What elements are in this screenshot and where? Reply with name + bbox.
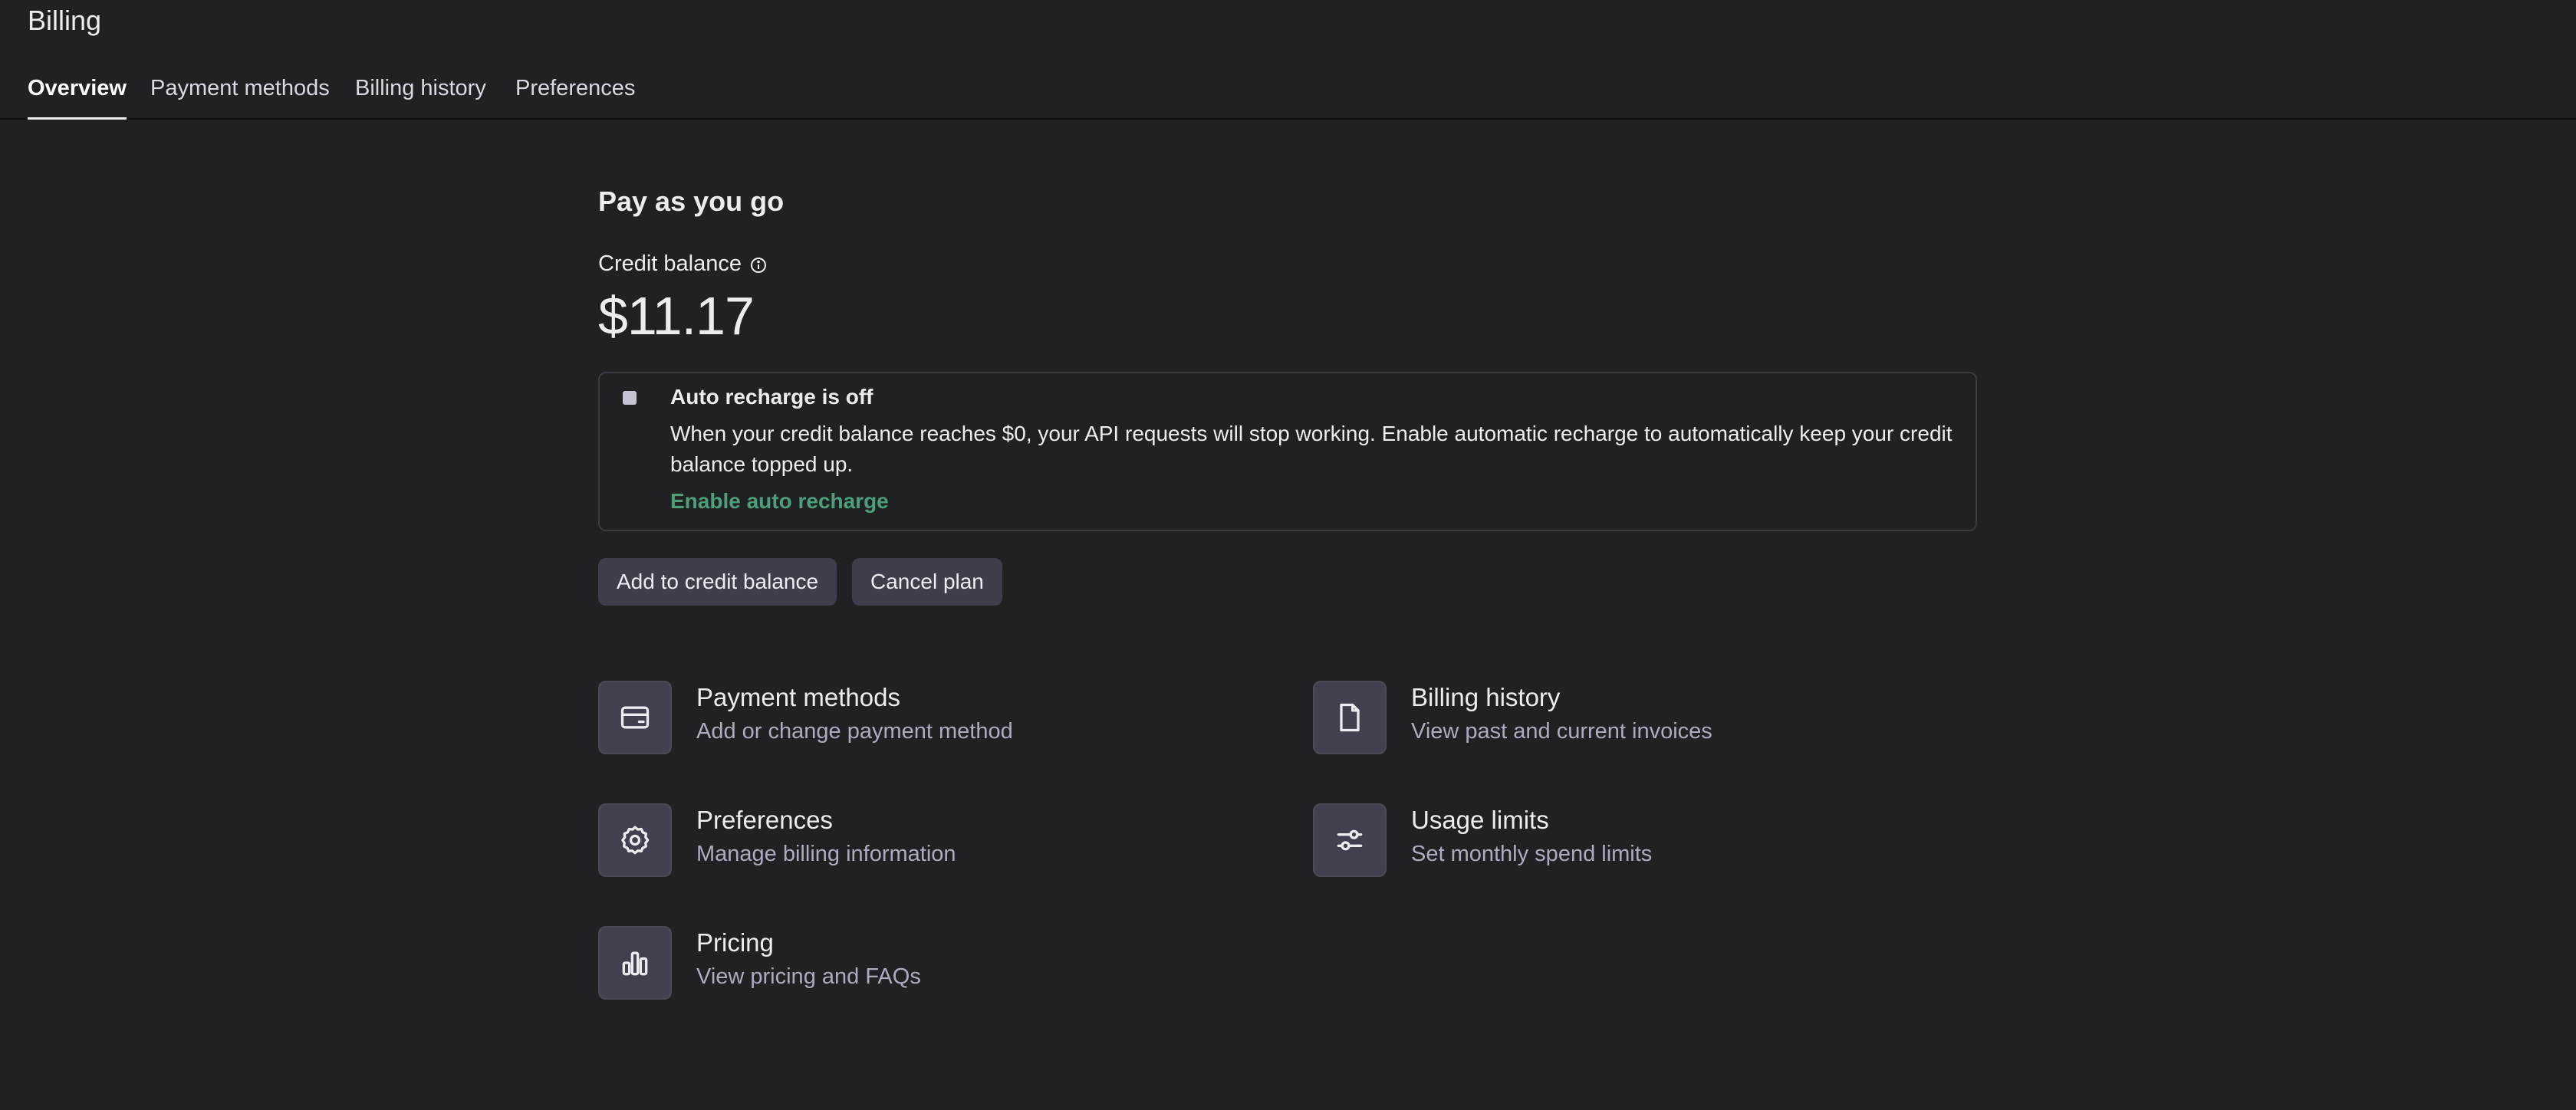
- tab-bar: Overview Payment methods Billing history…: [0, 71, 2576, 120]
- tab-billing-history[interactable]: Billing history: [355, 71, 486, 118]
- auto-recharge-status-icon: [623, 391, 637, 405]
- card-title: Preferences: [696, 806, 833, 834]
- card-subtitle: Manage billing information: [696, 842, 956, 866]
- page-title: Billing: [28, 5, 102, 36]
- auto-recharge-description: When your credit balance reaches $0, you…: [670, 422, 1953, 476]
- plan-title: Pay as you go: [598, 186, 785, 217]
- document-icon: [1313, 681, 1387, 754]
- add-to-credit-balance-button[interactable]: Add to credit balance: [598, 558, 837, 606]
- card-title: Pricing: [696, 928, 774, 957]
- billing-page: Billing Overview Payment methods Billing…: [0, 0, 2576, 1110]
- card-title: Billing history: [1411, 683, 1561, 711]
- enable-auto-recharge-link[interactable]: Enable auto recharge: [670, 486, 1959, 517]
- tab-payment-methods[interactable]: Payment methods: [150, 71, 330, 118]
- credit-balance-amount: $11.17: [598, 286, 755, 346]
- card-usage-limits[interactable]: Usage limits Set monthly spend limits: [1313, 803, 1988, 880]
- credit-card-icon: [598, 681, 672, 754]
- card-preferences[interactable]: Preferences Manage billing information: [598, 803, 1273, 880]
- auto-recharge-title: Auto recharge is off: [670, 385, 873, 409]
- card-title: Payment methods: [696, 683, 900, 711]
- card-title: Usage limits: [1411, 806, 1549, 834]
- sliders-icon: [1313, 803, 1387, 877]
- tab-preferences[interactable]: Preferences: [515, 71, 635, 118]
- card-subtitle: View pricing and FAQs: [696, 964, 921, 989]
- credit-balance-label-row: Credit balance: [598, 251, 768, 277]
- tab-overview[interactable]: Overview: [28, 71, 127, 120]
- cancel-plan-button[interactable]: Cancel plan: [852, 558, 1002, 606]
- card-subtitle: View past and current invoices: [1411, 719, 1712, 744]
- card-subtitle: Add or change payment method: [696, 719, 1013, 744]
- auto-recharge-notice-body: Auto recharge is off When your credit ba…: [670, 382, 1959, 517]
- card-subtitle: Set monthly spend limits: [1411, 842, 1653, 866]
- overview-panel: Pay as you go Credit balance $11.17 Auto…: [598, 184, 1980, 1000]
- bar-chart-icon: [598, 926, 672, 1000]
- gear-icon: [598, 803, 672, 877]
- card-billing-history[interactable]: Billing history View past and current in…: [1313, 681, 1988, 757]
- card-payment-methods[interactable]: Payment methods Add or change payment me…: [598, 681, 1273, 757]
- info-icon[interactable]: [749, 255, 768, 274]
- card-pricing[interactable]: Pricing View pricing and FAQs: [598, 926, 1273, 1003]
- credit-balance-label: Credit balance: [598, 251, 742, 276]
